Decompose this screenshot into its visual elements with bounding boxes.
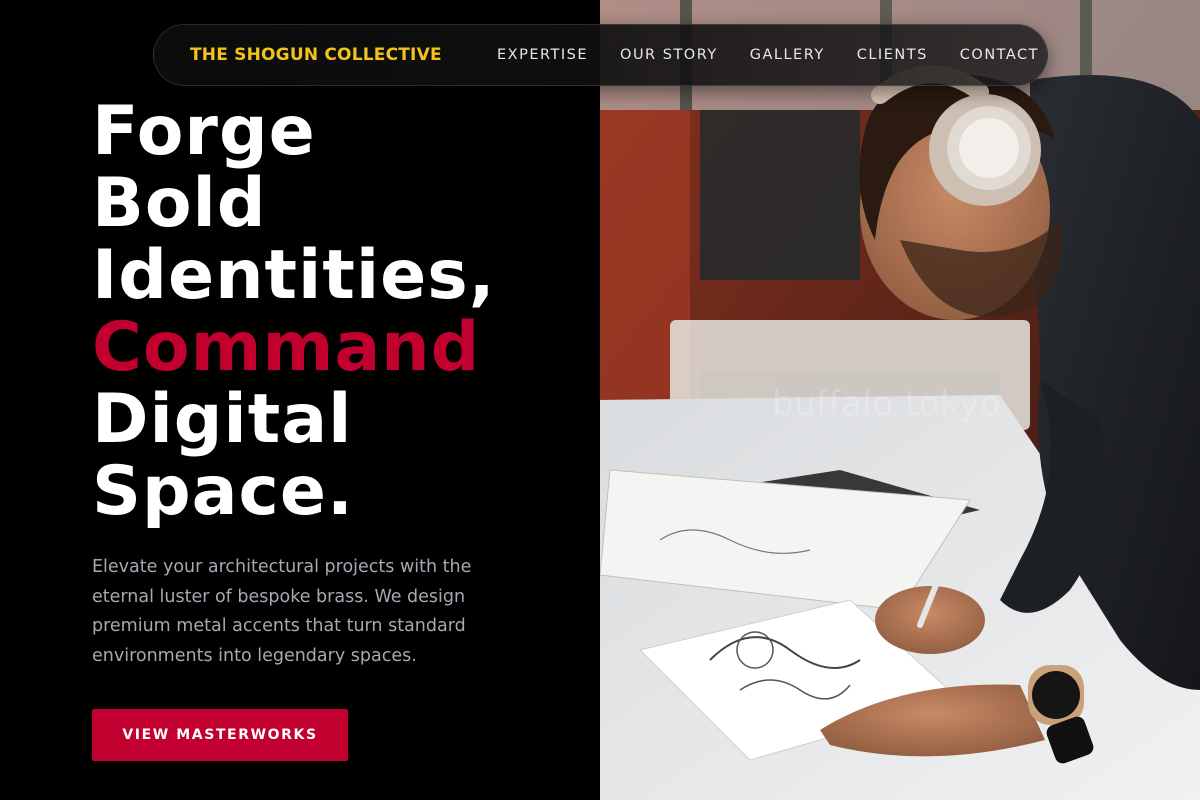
landing-page: Forge Bold Identities, Command Digital S…: [0, 0, 1200, 800]
view-masterworks-button[interactable]: VIEW MASTERWORKS: [92, 709, 348, 761]
nav-link-contact[interactable]: CONTACT: [960, 47, 1039, 63]
headline-line-2: Bold: [92, 164, 267, 243]
nav-links: EXPERTISE OUR STORY GALLERY CLIENTS CONT…: [497, 25, 1039, 85]
photo-watermark-text: buffalo tokyo: [772, 384, 1001, 424]
nav-link-gallery[interactable]: GALLERY: [750, 47, 825, 63]
nav-link-our-story[interactable]: OUR STORY: [620, 47, 718, 63]
headline-line-6: Space.: [92, 452, 354, 531]
hero-description: Elevate your architectural projects with…: [92, 557, 472, 666]
hero-headline: Forge Bold Identities, Command Digital S…: [92, 96, 496, 528]
headline-line-5: Digital: [92, 380, 353, 459]
hero-photo: buffalo tokyo: [600, 0, 1200, 800]
headline-accent-word: Command: [92, 308, 481, 387]
nav-link-clients[interactable]: CLIENTS: [857, 47, 928, 63]
top-navigation: THE SHOGUN COLLECTIVE EXPERTISE OUR STOR…: [153, 24, 1048, 86]
headline-line-1: Forge: [92, 92, 316, 171]
nav-link-expertise[interactable]: EXPERTISE: [497, 47, 588, 63]
brand-logo[interactable]: THE SHOGUN COLLECTIVE: [190, 25, 442, 85]
headline-line-3: Identities,: [92, 236, 496, 315]
hero-left-panel: Forge Bold Identities, Command Digital S…: [0, 0, 600, 800]
